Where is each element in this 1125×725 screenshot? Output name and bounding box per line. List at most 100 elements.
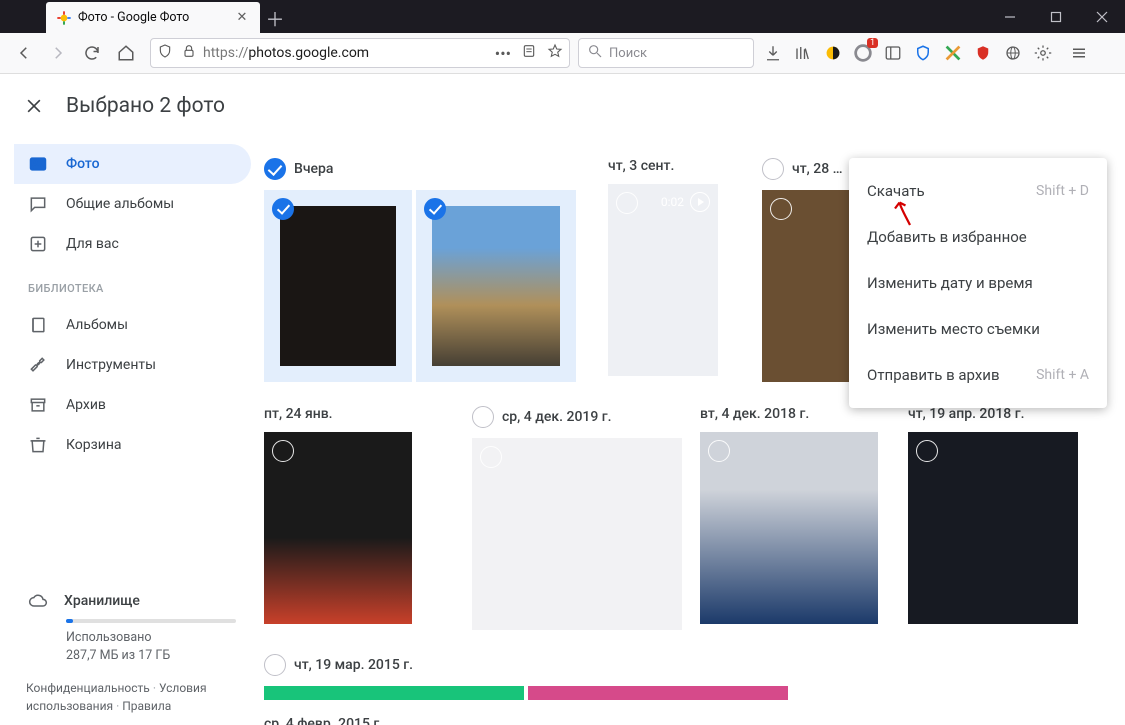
new-tab-button[interactable]: ＋ — [260, 3, 290, 33]
ctx-favorite[interactable]: Добавить в избранное — [849, 214, 1107, 260]
library-header: БИБЛИОТЕКА — [14, 264, 251, 305]
storage-title[interactable]: Хранилище — [64, 593, 140, 609]
sidebar-item-albums[interactable]: Альбомы — [14, 305, 251, 345]
select-circle-icon[interactable] — [272, 440, 294, 462]
url-domain: photos.google.com — [248, 45, 369, 61]
play-icon — [690, 192, 710, 212]
date-label[interactable]: вт, 4 дек. 2018 г. — [700, 406, 809, 422]
ctx-edit-location[interactable]: Изменить место съемки — [849, 306, 1107, 352]
sidebar-item-label: Альбомы — [66, 317, 128, 333]
browser-tab-active[interactable]: Фото - Google Фото ✕ — [46, 2, 260, 33]
photo-thumb[interactable] — [472, 438, 682, 630]
date-label[interactable]: чт, 19 мар. 2015 г. — [294, 657, 413, 673]
search-icon — [587, 43, 603, 63]
ext-gear-icon[interactable] — [1032, 42, 1054, 64]
library-icon[interactable] — [792, 42, 814, 64]
archive-icon — [28, 395, 48, 415]
date-check[interactable] — [472, 406, 494, 428]
context-menu: Скачать Shift + D Добавить в избранное И… — [849, 158, 1107, 408]
window-minimize-button[interactable] — [987, 0, 1033, 33]
sidebar-item-label: Архив — [66, 397, 106, 413]
select-circle-icon[interactable] — [480, 446, 502, 468]
date-label[interactable]: ср, 4 дек. 2019 г. — [502, 409, 612, 425]
ext-grey-circle-icon[interactable]: 1 — [852, 42, 874, 64]
ext-yellow-icon[interactable] — [822, 42, 844, 64]
storage-used-label: Использовано — [66, 629, 241, 647]
nav-home-button[interactable] — [110, 38, 142, 68]
nav-reload-button[interactable] — [76, 38, 108, 68]
select-circle-icon[interactable] — [272, 198, 294, 220]
date-label[interactable]: Вчера — [294, 161, 333, 177]
browser-hamburger-menu[interactable] — [1062, 38, 1096, 68]
sidebar-item-label: Фото — [66, 156, 100, 172]
photo-thumb[interactable] — [264, 686, 524, 700]
wrench-icon — [28, 355, 48, 375]
trash-icon — [28, 435, 48, 455]
window-close-button[interactable] — [1079, 0, 1125, 33]
tab-close-button[interactable]: ✕ — [234, 10, 250, 26]
ext-shield-blue-icon[interactable] — [912, 42, 934, 64]
reader-icon[interactable] — [521, 43, 537, 63]
photos-icon — [28, 154, 48, 174]
ctx-archive[interactable]: Отправить в архив Shift + A — [849, 352, 1107, 398]
sidebar-item-archive[interactable]: Архив — [14, 385, 251, 425]
select-circle-icon[interactable] — [916, 440, 938, 462]
sidebar-item-sharing[interactable]: Общие альбомы — [14, 184, 251, 224]
nav-forward-button[interactable] — [42, 38, 74, 68]
ctx-item-label: Изменить дату и время — [867, 274, 1033, 292]
ctx-item-label: Изменить место съемки — [867, 320, 1040, 338]
date-label[interactable]: пт, 24 янв. — [264, 406, 333, 422]
url-text: https://photos.google.com — [203, 45, 495, 61]
sidebar-icon[interactable] — [882, 42, 904, 64]
sidebar-item-photos[interactable]: Фото — [14, 144, 251, 184]
ext-crossbones-icon[interactable] — [942, 42, 964, 64]
url-bar[interactable]: https://photos.google.com ••• — [150, 38, 570, 68]
photo-thumb[interactable] — [700, 432, 878, 624]
date-check[interactable] — [264, 158, 286, 180]
date-label[interactable]: ср, 4 февр. 2015 г. — [264, 716, 383, 725]
sidebar-item-utilities[interactable]: Инструменты — [14, 345, 251, 385]
ctx-shortcut: Shift + D — [1036, 183, 1089, 199]
window-maximize-button[interactable] — [1033, 0, 1079, 33]
video-thumb[interactable]: 0:02 — [608, 184, 718, 376]
selection-close-button[interactable] — [22, 94, 46, 118]
date-check[interactable] — [264, 654, 286, 676]
nav-back-button[interactable] — [8, 38, 40, 68]
footer-privacy[interactable]: Конфиденциальность — [26, 681, 150, 695]
date-label[interactable]: чт, 19 апр. 2018 г. — [908, 406, 1025, 422]
bookmark-star-icon[interactable] — [547, 43, 563, 63]
lock-icon — [181, 43, 197, 63]
browser-toolbar: https://photos.google.com ••• Поиск 1 — [0, 33, 1125, 74]
photo-thumb[interactable] — [264, 190, 412, 382]
tab-title: Фото - Google Фото — [78, 10, 234, 25]
shield-icon — [157, 43, 173, 63]
photo-thumb[interactable] — [528, 686, 788, 700]
sidebar-item-trash[interactable]: Корзина — [14, 425, 251, 465]
downloads-icon[interactable] — [762, 42, 784, 64]
select-circle-icon[interactable] — [770, 198, 792, 220]
sidebar-item-label: Инструменты — [66, 357, 156, 373]
ext-globe-icon[interactable] — [1002, 42, 1024, 64]
footer-policy[interactable]: Правила — [122, 699, 171, 713]
sidebar-item-foryou[interactable]: Для вас — [14, 224, 251, 264]
search-placeholder: Поиск — [609, 46, 647, 61]
photo-thumb[interactable] — [908, 432, 1078, 624]
selection-count-text: Выбрано 2 фото — [66, 94, 225, 118]
ctx-item-label: Добавить в избранное — [867, 228, 1027, 246]
date-check[interactable] — [762, 158, 784, 180]
photo-thumb[interactable] — [416, 190, 576, 382]
browser-search-box[interactable]: Поиск — [578, 38, 754, 68]
ctx-item-label: Отправить в архив — [867, 366, 1000, 384]
photo-thumb[interactable] — [264, 432, 412, 624]
date-label[interactable]: чт, 28 … — [792, 161, 843, 177]
date-label[interactable]: чт, 3 сент. — [608, 158, 674, 174]
ext-red-shield-icon[interactable] — [972, 42, 994, 64]
browser-titlebar: Фото - Google Фото ✕ ＋ — [0, 0, 1125, 33]
select-circle-icon[interactable] — [616, 192, 638, 214]
ctx-download[interactable]: Скачать Shift + D — [849, 168, 1107, 214]
select-circle-icon[interactable] — [708, 440, 730, 462]
url-more-icon[interactable]: ••• — [495, 44, 511, 63]
select-circle-icon[interactable] — [424, 198, 446, 220]
ctx-edit-datetime[interactable]: Изменить дату и время — [849, 260, 1107, 306]
storage-used-value: 287,7 МБ из 17 ГБ — [66, 647, 241, 665]
